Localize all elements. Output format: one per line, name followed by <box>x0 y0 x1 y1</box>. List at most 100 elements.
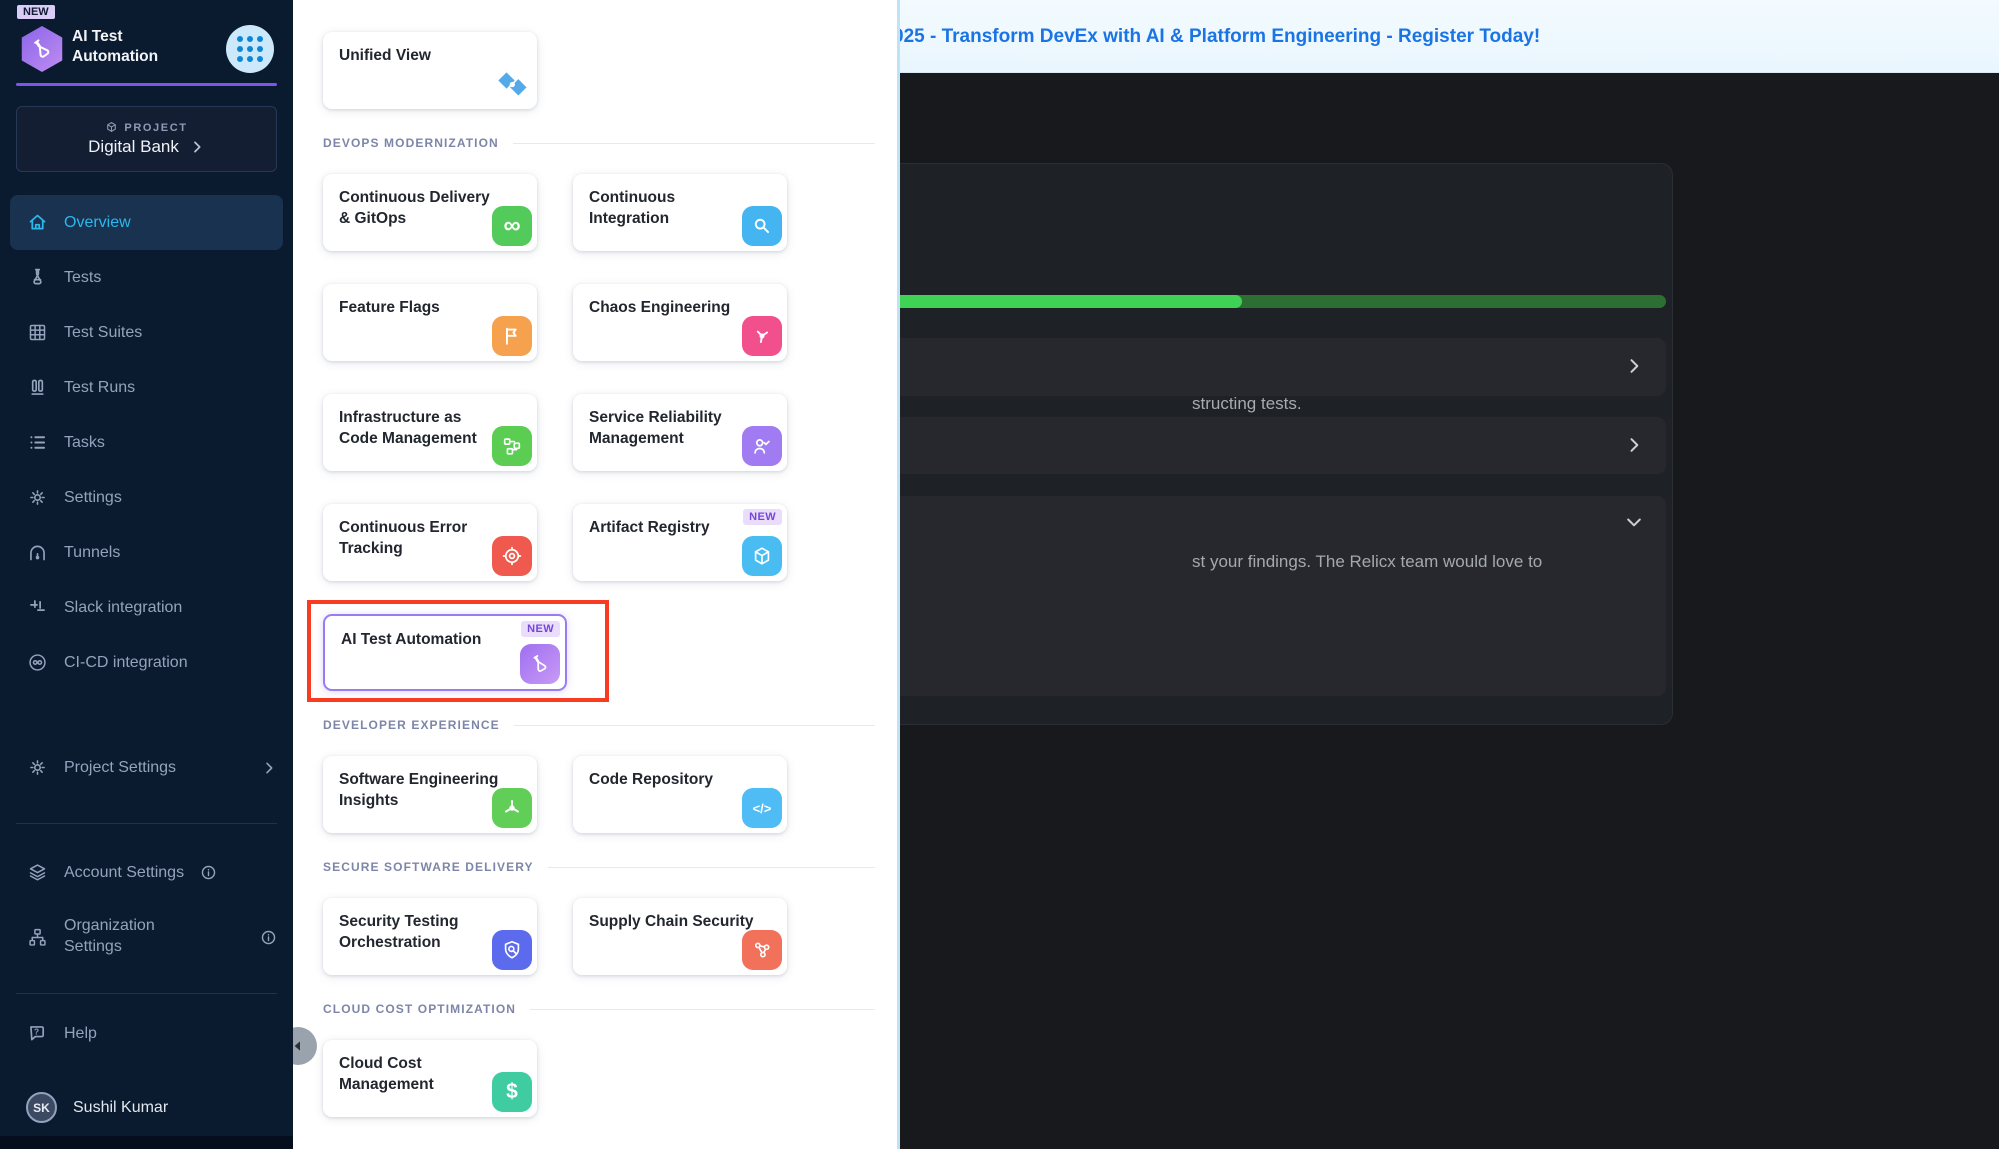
sidebar-item-label: CI-CD integration <box>64 654 188 672</box>
module-card-artifact-registry[interactable]: Artifact RegistryNEW <box>573 504 787 581</box>
project-label: PROJECT <box>124 122 187 134</box>
section-header: SECURE SOFTWARE DELIVERY <box>323 860 875 874</box>
svg-text:?: ? <box>34 1027 39 1037</box>
user-block: SK Sushil Kumar <box>10 1080 283 1135</box>
magnifier-icon <box>742 206 782 246</box>
shield-magnifier-icon <box>492 930 532 970</box>
sidebar-item-ci-cd-integration[interactable]: CI-CD integration <box>10 635 283 690</box>
code-icon: </> <box>742 788 782 828</box>
sidebar-item-test-runs[interactable]: Test Runs <box>10 360 283 415</box>
sidebar-item-organization-settings[interactable]: Organization Settings <box>10 905 283 969</box>
module-label: Chaos Engineering <box>589 298 754 319</box>
sidebar-new-badge: NEW <box>17 5 55 19</box>
onboarding-step-row[interactable] <box>818 338 1666 396</box>
section-header: DEVELOPER EXPERIENCE <box>323 718 875 732</box>
chevron-right-icon <box>189 139 205 155</box>
new-badge: NEW <box>743 509 782 525</box>
module-label: Software Engineering Insights <box>339 770 504 812</box>
sidebar-divider <box>16 993 277 994</box>
module-card-continuous-delivery-gitops[interactable]: Continuous Delivery & GitOps∞ <box>323 174 537 251</box>
info-icon[interactable] <box>260 929 277 946</box>
chevron-right-icon <box>1624 435 1644 455</box>
sidebar-item-label: Settings <box>64 489 122 507</box>
module-card-code-repository[interactable]: Code Repository</> <box>573 756 787 833</box>
module-label: Continuous Delivery & GitOps <box>339 188 504 230</box>
target-icon <box>492 536 532 576</box>
sidebar-item-settings[interactable]: Settings <box>10 470 283 525</box>
sidebar-item-label: Tasks <box>64 434 105 452</box>
module-label: Continuous Error Tracking <box>339 518 504 560</box>
propeller-icon <box>492 788 532 828</box>
module-card-service-reliability-management[interactable]: Service Reliability Management <box>573 394 787 471</box>
project-name: Digital Bank <box>88 137 179 157</box>
module-card-software-engineering-insights[interactable]: Software Engineering Insights <box>323 756 537 833</box>
dollar-cloud-icon: $ <box>492 1072 532 1112</box>
info-icon[interactable] <box>200 864 217 881</box>
cube-icon <box>742 536 782 576</box>
project-selector[interactable]: PROJECT Digital Bank <box>16 106 277 172</box>
module-card-continuous-error-tracking[interactable]: Continuous Error Tracking <box>323 504 537 581</box>
sidebar-item-project-settings[interactable]: Project Settings <box>10 740 283 795</box>
promo-banner-link[interactable]: 025 - Transform DevEx with AI & Platform… <box>893 0 1540 73</box>
module-card-supply-chain-security[interactable]: Supply Chain Security <box>573 898 787 975</box>
tasks-icon <box>26 432 48 454</box>
gear-icon <box>26 487 48 509</box>
module-card-unified-view[interactable]: Unified View <box>323 32 537 109</box>
sidebar-item-tasks[interactable]: Tasks <box>10 415 283 470</box>
module-sections: DEVOPS MODERNIZATIONContinuous Delivery … <box>323 136 875 1117</box>
apps-grid-icon <box>237 36 263 62</box>
module-grid: Cloud Cost Management$ <box>323 1040 875 1117</box>
help-chat-icon: ? <box>26 1023 48 1045</box>
sidebar-item-tunnels[interactable]: Tunnels <box>10 525 283 580</box>
nodes-icon <box>492 426 532 466</box>
onboarding-step-row-expanded[interactable] <box>818 496 1666 696</box>
module-card-cloud-cost-management[interactable]: Cloud Cost Management$ <box>323 1040 537 1117</box>
onboarding-step-row[interactable] <box>818 417 1666 474</box>
infinity-icon: ∞ <box>492 206 532 246</box>
sidebar-item-slack-integration[interactable]: Slack integration <box>10 580 283 635</box>
getting-started-card: structing tests. st your findings. The R… <box>793 163 1673 725</box>
flag-icon <box>492 316 532 356</box>
flask-icon <box>26 267 48 289</box>
getting-started-intro-text: structing tests. <box>1192 394 1302 414</box>
project-settings-block: Project Settings <box>10 740 283 795</box>
module-label: AI Test Automation <box>341 630 506 651</box>
layers-icon <box>26 862 48 884</box>
harness-logo-icon <box>491 63 535 107</box>
runs-icon <box>26 377 48 399</box>
sidebar-item-label: Tests <box>64 269 101 287</box>
sidebar-item-overview[interactable]: Overview <box>10 195 283 250</box>
module-grid: Security Testing Orchestration Supply Cha… <box>323 898 875 975</box>
sidebar-item-account-settings[interactable]: Account Settings <box>10 845 283 900</box>
sidebar-item-label: Tunnels <box>64 544 120 562</box>
org-icon <box>26 926 48 948</box>
module-card-feature-flags[interactable]: Feature Flags <box>323 284 537 361</box>
account-settings-block: Account Settings <box>10 845 283 900</box>
sidebar-item-user[interactable]: SK Sushil Kumar <box>10 1080 283 1135</box>
section-header: CLOUD COST OPTIMIZATION <box>323 1002 875 1016</box>
sidebar-item-tests[interactable]: Tests <box>10 250 283 305</box>
sidebar-item-test-suites[interactable]: Test Suites <box>10 305 283 360</box>
module-card-chaos-engineering[interactable]: Chaos Engineering <box>573 284 787 361</box>
ai-test-automation-logo-icon <box>20 26 64 72</box>
new-badge: NEW <box>521 621 560 637</box>
module-switcher-button[interactable] <box>226 25 274 73</box>
module-label: Security Testing Orchestration <box>339 912 504 954</box>
module-card-ai-test-automation[interactable]: AI Test Automation NEW <box>323 614 567 691</box>
module-grid: Software Engineering Insights Code Reposi… <box>323 756 875 833</box>
sidebar-divider <box>16 823 277 824</box>
app-title: AI Test Automation <box>72 27 158 67</box>
module-card-continuous-integration[interactable]: Continuous Integration <box>573 174 787 251</box>
network-icon <box>742 930 782 970</box>
onboarding-progress-bar <box>818 295 1666 308</box>
person-check-icon <box>742 426 782 466</box>
module-card-infrastructure-as-code-management[interactable]: Infrastructure as Code Management <box>323 394 537 471</box>
sidebar-item-help[interactable]: ? Help <box>10 1006 283 1061</box>
module-card-security-testing-orchestration[interactable]: Security Testing Orchestration <box>323 898 537 975</box>
sidebar-footer-strip <box>0 1136 293 1149</box>
annotation-rectangle <box>307 600 609 702</box>
user-name: Sushil Kumar <box>73 1099 168 1117</box>
cicd-icon <box>26 652 48 674</box>
pinwheel-icon <box>742 316 782 356</box>
expanded-step-text: st your findings. The Relicx team would … <box>1192 552 1542 572</box>
